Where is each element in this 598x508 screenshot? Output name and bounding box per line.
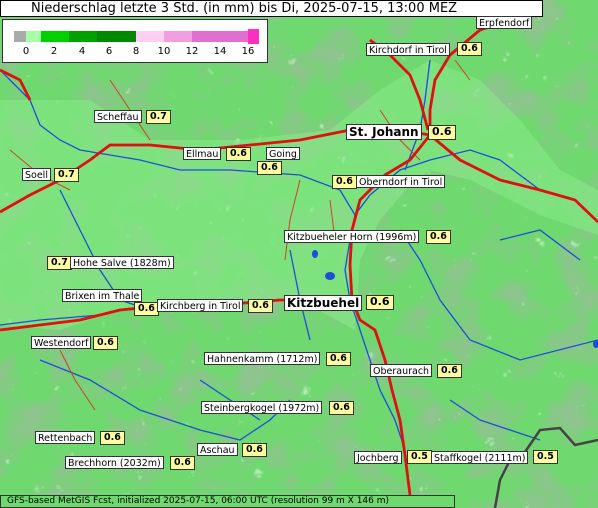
place-label-jochberg: Jochberg xyxy=(354,451,402,464)
place-label-kitzbueheler-horn: Kitzbueheler Horn (1996m) xyxy=(284,230,420,243)
legend-swatch-light xyxy=(26,31,41,42)
precip-value-going: 0.6 xyxy=(257,161,282,175)
legend-swatch-2-4 xyxy=(41,31,69,42)
legend-swatch-6-8 xyxy=(97,31,136,42)
place-label-steinbergkogel: Steinbergkogel (1972m) xyxy=(201,401,323,414)
legend-tick: 6 xyxy=(105,46,113,57)
legend-tick: 4 xyxy=(78,46,86,57)
place-label-st-johann: St. Johann xyxy=(346,124,422,140)
legend-swatch-14-16 xyxy=(220,31,248,42)
place-label-kirchberg: Kirchberg in Tirol xyxy=(157,299,244,312)
place-label-erpfendorf: Erpfendorf xyxy=(476,16,533,29)
legend-swatch-10-12 xyxy=(164,31,192,42)
place-label-staffkogel: Staffkogel (2111m) xyxy=(431,451,529,464)
place-label-soell: Soell xyxy=(22,168,51,181)
precip-value-oberaurach: 0.6 xyxy=(437,364,462,378)
legend-tick: 12 xyxy=(185,46,199,57)
legend-tick: 0 xyxy=(22,46,30,57)
place-label-ellmau: Ellmau xyxy=(183,147,222,160)
legend-swatch-none xyxy=(14,31,26,42)
precip-value-westendorf: 0.6 xyxy=(93,336,118,350)
legend-swatch-4-6 xyxy=(69,31,97,42)
precip-value-oberndorf: 0.6 xyxy=(332,175,357,189)
place-label-brechhorn: Brechhorn (2032m) xyxy=(65,456,164,469)
precip-value-jochberg: 0.5 xyxy=(407,450,432,464)
legend-swatch-12-14 xyxy=(192,31,220,42)
map-footer-info: GFS-based MetGIS Fcst, initialized 2025-… xyxy=(0,495,455,508)
precip-value-hahnenkamm: 0.6 xyxy=(326,352,351,366)
precip-value-brechhorn: 0.6 xyxy=(170,456,195,470)
precip-value-aschau: 0.6 xyxy=(242,443,267,457)
place-label-scheffau: Scheffau xyxy=(94,110,142,123)
precip-value-kirchdorf: 0.6 xyxy=(457,42,482,56)
precip-value-hohe-salve: 0.7 xyxy=(47,256,72,270)
legend-tick: 10 xyxy=(157,46,171,57)
precip-value-st-johann: 0.6 xyxy=(428,125,456,140)
precip-value-brixen: 0.6 xyxy=(134,302,159,316)
place-label-brixen: Brixen im Thale xyxy=(62,289,143,302)
legend-tick: 8 xyxy=(132,46,140,57)
place-label-westendorf: Westendorf xyxy=(31,336,92,349)
precip-value-kirchberg: 0.6 xyxy=(248,299,273,313)
precip-value-soell: 0.7 xyxy=(54,168,79,182)
place-label-hohe-salve: Hohe Salve (1828m) xyxy=(70,256,174,269)
precip-value-staffkogel: 0.5 xyxy=(533,450,558,464)
place-label-kirchdorf: Kirchdorf in Tirol xyxy=(366,43,450,56)
place-label-going: Going xyxy=(266,147,300,160)
precip-value-steinbergkogel: 0.6 xyxy=(329,401,354,415)
precip-value-kitzbuehel: 0.6 xyxy=(366,295,394,310)
place-label-kitzbuehel: Kitzbuehel xyxy=(284,295,363,311)
precip-value-kitzbueheler-horn: 0.6 xyxy=(426,230,451,244)
legend-swatch-16-plus xyxy=(248,29,259,44)
legend-tick: 14 xyxy=(213,46,227,57)
place-label-oberaurach: Oberaurach xyxy=(370,364,433,377)
place-label-hahnenkamm: Hahnenkamm (1712m) xyxy=(204,352,321,365)
place-label-rettenbach: Rettenbach xyxy=(35,431,96,444)
legend-tick: 16 xyxy=(241,46,255,57)
precip-value-scheffau: 0.7 xyxy=(146,110,171,124)
precip-value-rettenbach: 0.6 xyxy=(100,431,125,445)
precipitation-legend: 0 2 4 6 8 10 12 14 16 xyxy=(2,19,268,63)
precip-value-ellmau: 0.6 xyxy=(226,147,251,161)
legend-swatch-8-10 xyxy=(136,31,164,42)
map-title: Niederschlag letzte 3 Std. (in mm) bis D… xyxy=(0,0,543,17)
legend-tick: 2 xyxy=(50,46,58,57)
place-label-oberndorf: Oberndorf in Tirol xyxy=(356,175,446,188)
place-label-aschau: Aschau xyxy=(197,443,238,456)
